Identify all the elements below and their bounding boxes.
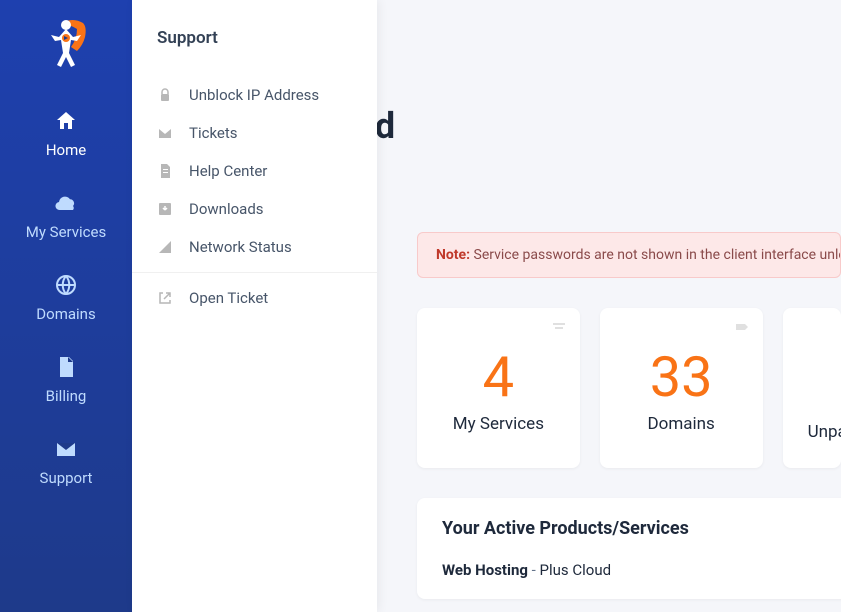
nav-label: Domains — [0, 305, 132, 323]
submenu-label: Open Ticket — [189, 289, 268, 307]
submenu-label: Unblock IP Address — [189, 86, 319, 104]
product-name: Web Hosting — [442, 561, 528, 579]
tag-icon — [735, 322, 749, 332]
card-domains[interactable]: 33 Domains — [600, 308, 763, 468]
card-label: Domains — [615, 414, 748, 434]
sidebar-item-support[interactable]: Support — [0, 423, 132, 505]
sidebar-item-billing[interactable]: Billing — [0, 341, 132, 423]
support-submenu: Support Unblock IP Address Tickets Help … — [132, 0, 377, 612]
mail-icon — [54, 437, 78, 461]
document-icon — [157, 163, 173, 179]
submenu-label: Network Status — [189, 238, 292, 256]
external-link-icon — [157, 290, 173, 306]
download-icon — [157, 201, 173, 217]
nav-label: Support — [0, 469, 132, 487]
alert-note: Note: Service passwords are not shown in… — [417, 232, 841, 278]
alert-prefix: Note: — [436, 247, 470, 263]
submenu-label: Help Center — [189, 162, 267, 180]
submenu-label: Downloads — [189, 200, 264, 218]
card-label: Unpaid — [798, 422, 826, 442]
card-unpaid[interactable]: Unpaid — [783, 308, 841, 468]
submenu-section-2: Open Ticket — [132, 273, 377, 323]
submenu-title: Support — [132, 28, 377, 70]
product-row[interactable]: Web Hosting - Plus Cloud — [442, 561, 841, 579]
submenu-item-open-ticket[interactable]: Open Ticket — [132, 279, 377, 317]
submenu-label: Tickets — [189, 124, 238, 142]
submenu-item-tickets[interactable]: Tickets — [132, 114, 377, 152]
card-my-services[interactable]: 4 My Services — [417, 308, 580, 468]
nav-label: Billing — [0, 387, 132, 405]
sidebar: Home My Services Domains Billing Support — [0, 0, 132, 612]
alert-text: Service passwords are not shown in the c… — [470, 247, 841, 263]
submenu-item-network-status[interactable]: Network Status — [132, 228, 377, 266]
sidebar-item-domains[interactable]: Domains — [0, 259, 132, 341]
page-title: rd — [362, 105, 841, 147]
nav-label: My Services — [0, 223, 132, 241]
logo[interactable] — [41, 15, 91, 70]
sidebar-item-my-services[interactable]: My Services — [0, 177, 132, 259]
nav-label: Home — [0, 141, 132, 159]
envelope-icon — [157, 125, 173, 141]
globe-icon — [54, 273, 78, 297]
submenu-section-1: Unblock IP Address Tickets Help Center D… — [132, 70, 377, 273]
card-number: 4 — [432, 344, 565, 410]
cloud-icon — [54, 191, 78, 215]
submenu-item-unblock-ip[interactable]: Unblock IP Address — [132, 76, 377, 114]
submenu-item-help-center[interactable]: Help Center — [132, 152, 377, 190]
panel-title: Your Active Products/Services — [442, 518, 841, 539]
sidebar-item-home[interactable]: Home — [0, 95, 132, 177]
product-plan: Plus Cloud — [540, 561, 612, 579]
lock-icon — [157, 87, 173, 103]
home-icon — [54, 109, 78, 133]
signal-icon — [157, 239, 173, 255]
layers-icon — [552, 322, 566, 332]
active-products-panel: Your Active Products/Services Web Hostin… — [417, 498, 841, 599]
card-label: My Services — [432, 414, 565, 434]
separator: - — [528, 561, 540, 579]
submenu-item-downloads[interactable]: Downloads — [132, 190, 377, 228]
file-icon — [54, 355, 78, 379]
stats-cards: 4 My Services 33 Domains Unpaid — [417, 308, 841, 468]
card-number: 33 — [615, 344, 748, 410]
